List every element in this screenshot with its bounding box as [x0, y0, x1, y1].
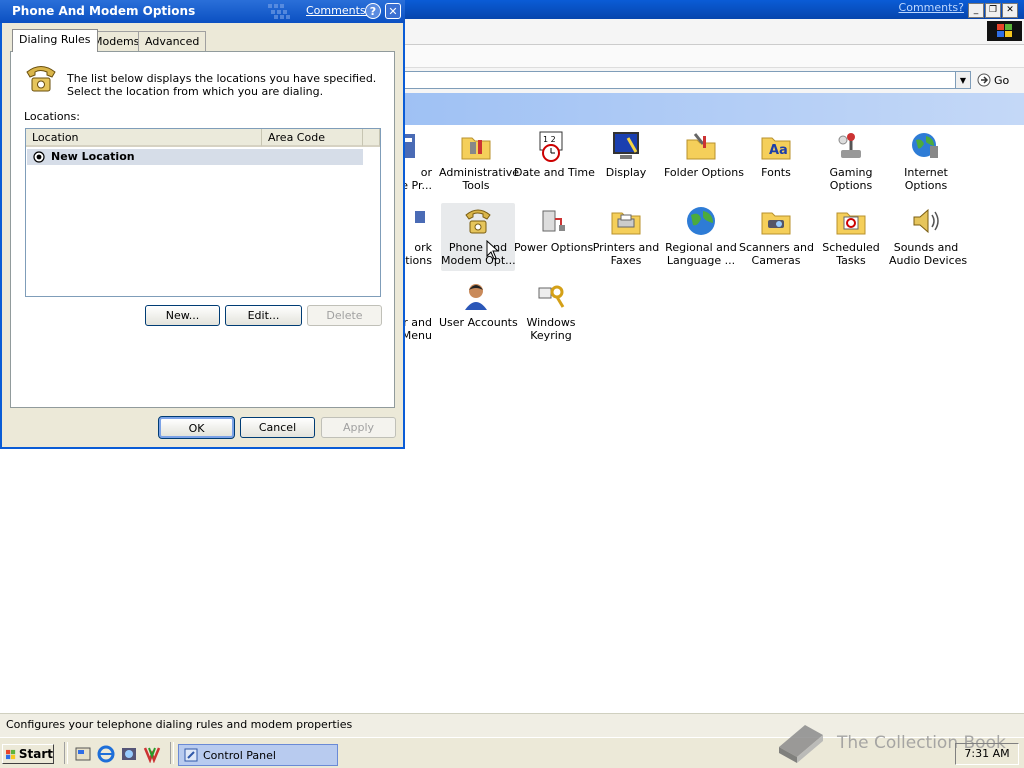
speaker-icon [913, 208, 939, 234]
minimize-button[interactable]: _ [968, 3, 984, 18]
admin-tools-icon [461, 137, 491, 160]
taskbar-separator [170, 742, 174, 764]
cp-item-display[interactable]: Display [589, 130, 663, 179]
cp-item-label: Fonts [761, 166, 791, 179]
cp-item-power-options[interactable]: Power Options [514, 205, 594, 254]
cp-item-label: Administrative Tools [439, 166, 520, 192]
cp-item-phone-and-modem-options[interactable]: Phone and Modem Opt... [441, 203, 516, 271]
close-button[interactable]: ✕ [1002, 3, 1018, 18]
system-clock[interactable]: 7:31 AM [955, 743, 1019, 765]
svg-text:Aa: Aa [769, 143, 788, 158]
cp-item-label: Windows Keyring [526, 316, 576, 342]
cp-item-fonts[interactable]: Aa Fonts [739, 130, 813, 179]
dialog-title: Phone And Modem Options [12, 4, 196, 18]
column-header-area-code[interactable]: Area Code [262, 129, 363, 147]
titlebar-texture-icon [268, 4, 290, 19]
cp-item-date-and-time[interactable]: 1 2 Date and Time [514, 130, 595, 179]
cp-item-folder-options[interactable]: Folder Options [664, 130, 744, 179]
column-header-filler [363, 129, 380, 147]
control-panel-comments-link[interactable]: Comments? [899, 1, 964, 14]
cp-item-label: Regional and Language ... [665, 241, 737, 267]
control-panel-icon [184, 748, 198, 762]
cp-item-windows-keyring[interactable]: Windows Keyring [514, 280, 588, 342]
taskbar-button-label: Control Panel [203, 748, 276, 762]
cancel-button[interactable]: Cancel [240, 417, 315, 438]
scheduled-tasks-icon [836, 212, 866, 235]
cp-item-gaming-options[interactable]: Gaming Options [814, 130, 888, 192]
book-icon [779, 725, 823, 763]
world-icon [687, 207, 715, 235]
scanner-icon [761, 212, 791, 235]
selected-radio-icon [33, 151, 45, 163]
media-player-icon[interactable] [120, 745, 138, 763]
go-label: Go [994, 73, 1010, 87]
cp-item-label: Scanners and Cameras [739, 241, 814, 267]
restore-button[interactable]: ❐ [985, 3, 1001, 18]
go-button[interactable]: Go [977, 71, 1017, 89]
show-desktop-icon[interactable] [74, 745, 92, 763]
dialog-description: The list below displays the locations yo… [67, 72, 377, 98]
cp-item-printers-and-faxes[interactable]: Printers and Faxes [589, 205, 663, 267]
locations-label: Locations: [24, 110, 80, 123]
windows-flag-icon [6, 749, 16, 759]
telephone-icon [465, 209, 491, 234]
folder-options-icon [686, 133, 716, 160]
address-dropdown-button[interactable]: ▼ [955, 71, 971, 89]
apply-button[interactable]: Apply [321, 417, 396, 438]
cp-item-sounds-and-audio[interactable]: Sounds and Audio Devices [889, 205, 968, 267]
cp-item-label: Folder Options [664, 166, 744, 179]
joystick-icon [838, 133, 861, 158]
dialog-comments-link[interactable]: Comments? [306, 4, 371, 17]
svg-text:1 2: 1 2 [543, 135, 556, 144]
cp-item-internet-options[interactable]: Internet Options [889, 130, 963, 192]
power-icon [542, 210, 565, 232]
cp-item-scheduled-tasks[interactable]: Scheduled Tasks [814, 205, 888, 267]
tab-dialing-rules[interactable]: Dialing Rules [12, 29, 98, 52]
cp-item-label: Printers and Faxes [592, 241, 660, 267]
cp-item-user-accounts[interactable]: User Accounts [439, 280, 518, 329]
cp-item-label: Phone and Modem Opt... [441, 241, 516, 267]
dialog-close-button[interactable]: ✕ [385, 3, 401, 19]
windows-logo-icon [987, 21, 1022, 41]
cp-item-regional-and-language[interactable]: Regional and Language ... [664, 205, 738, 267]
cp-item-label: Internet Options [904, 166, 948, 192]
new-button[interactable]: New... [145, 305, 220, 326]
cp-item-label: Display [605, 166, 647, 179]
tab-advanced[interactable]: Advanced [138, 31, 207, 51]
location-name: New Location [51, 150, 135, 163]
ok-button[interactable]: OK [158, 416, 235, 439]
fonts-folder-icon: Aa [761, 137, 791, 160]
cp-item-label: Gaming Options [829, 166, 873, 192]
edit-button[interactable]: Edit... [225, 305, 302, 326]
keyring-icon [538, 285, 565, 308]
internet-explorer-icon[interactable] [97, 745, 115, 763]
globe-icon [912, 133, 938, 158]
cp-item-label: Scheduled Tasks [822, 241, 880, 267]
cp-item-label: Power Options [514, 241, 594, 254]
taskbar-separator [64, 742, 68, 764]
calendar-clock-icon: 1 2 [539, 131, 563, 162]
messenger-icon[interactable] [143, 745, 161, 763]
start-label: Start [18, 747, 53, 761]
display-icon [613, 132, 639, 159]
column-header-location[interactable]: Location [26, 129, 262, 147]
mouse-cursor-icon [486, 240, 500, 260]
start-button[interactable]: Start [2, 744, 54, 764]
status-text: Configures your telephone dialing rules … [6, 718, 353, 731]
taskbar-button-control-panel[interactable]: Control Panel [178, 744, 338, 766]
go-arrow-icon [977, 73, 991, 87]
delete-button[interactable]: Delete [307, 305, 382, 326]
printer-icon [611, 212, 641, 235]
user-icon [465, 284, 487, 310]
cp-item-administrative-tools[interactable]: Administrative Tools [439, 130, 520, 192]
cp-item-label: User Accounts [439, 316, 518, 329]
telephone-icon [26, 66, 56, 92]
control-panel-header-band [404, 93, 1024, 125]
help-button[interactable]: ? [365, 3, 381, 19]
cp-item-label: Date and Time [514, 166, 595, 179]
cp-item-label: Sounds and Audio Devices [889, 241, 968, 267]
address-input[interactable] [404, 71, 958, 89]
cp-item-scanners-and-cameras[interactable]: Scanners and Cameras [739, 205, 814, 267]
